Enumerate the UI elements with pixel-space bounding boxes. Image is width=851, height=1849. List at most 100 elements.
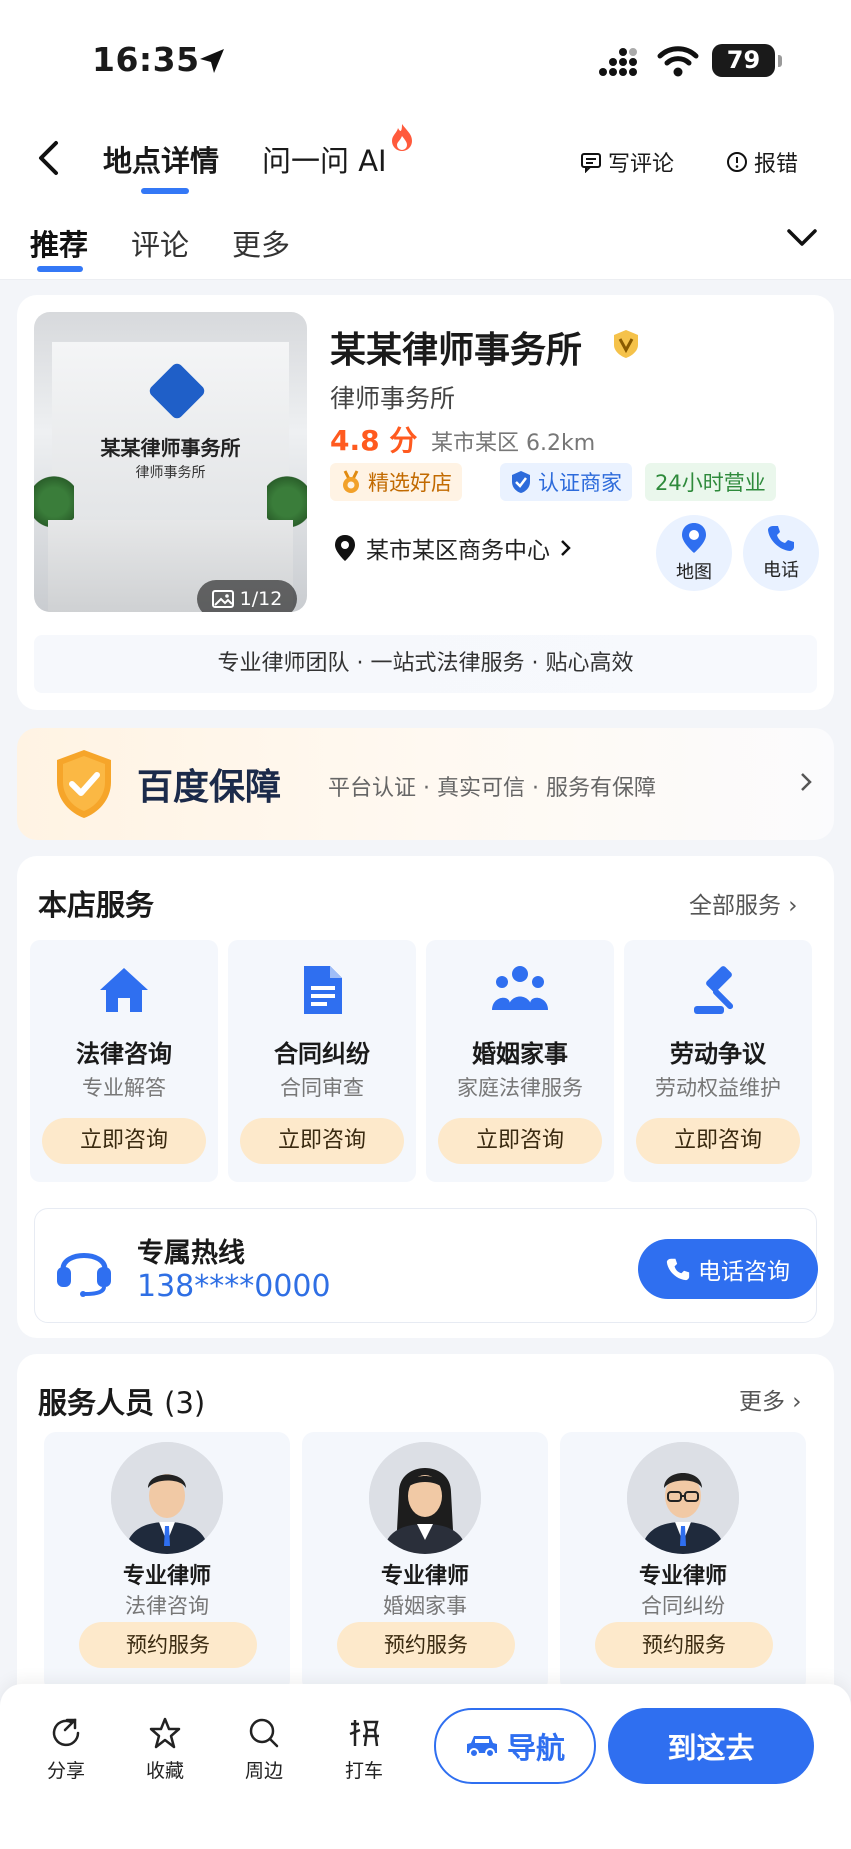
go-here-button[interactable]: 到这去 [608,1708,814,1784]
alert-icon [727,152,747,172]
shop-photo[interactable]: 某某律师事务所 律师事务所 1/12 [34,312,307,612]
staff-more-link[interactable]: 更多 › [739,1382,802,1416]
chevron-down-icon[interactable] [786,228,818,248]
glasses-lawyer-avatar-icon [627,1442,739,1554]
shop-area-distance: 某市某区 6.2km [431,431,596,456]
shop-category: 律师事务所 [330,384,456,413]
staff-title-label: 专业律师 [122,1564,211,1589]
subtab-more[interactable]: 更多 [232,222,290,264]
sub-tabs: 推荐 评论 更多 [0,200,851,280]
service-desc: 专业解答 [82,1076,166,1100]
taxi-button[interactable]: 打车 [334,1716,394,1783]
service-item-legal-consult[interactable]: 法律咨询 专业解答 立即咨询 [30,940,218,1182]
chevron-right-icon [801,773,812,791]
share-icon [52,1718,80,1747]
subtab-recommend[interactable]: 推荐 [30,222,88,264]
service-item-labor[interactable]: 劳动争议 劳动权益维护 立即咨询 [624,940,812,1182]
staff-member-2[interactable]: 专业律师 婚姻家事 预约服务 [302,1432,548,1692]
hotline-title: 专属热线 [137,1238,245,1269]
write-review-button[interactable]: 写评论 [580,146,674,178]
staff-count: (3) [164,1386,206,1420]
male-lawyer-avatar-icon [111,1442,223,1554]
back-icon[interactable] [36,140,62,176]
nearby-button[interactable]: 周边 [234,1716,294,1783]
status-time: 16:35 [92,40,200,79]
tab-ask-ai[interactable]: 问一问 AI [262,138,387,180]
location-pin-icon [335,535,355,561]
headset-icon [57,1253,111,1297]
service-desc: 合同审查 [280,1076,364,1100]
photo-count-badge[interactable]: 1/12 [197,580,297,612]
shield-check-icon [512,471,530,493]
location-arrow-icon [200,49,224,73]
photo-count: 1/12 [239,588,283,610]
staff-member-3[interactable]: 专业律师 合同纠纷 预约服务 [560,1432,806,1692]
navigate-button[interactable]: 导航 [434,1708,596,1784]
tag-featured: 精选好店 [330,463,462,501]
tag-featured-label: 精选好店 [368,471,452,495]
share-button[interactable]: 分享 [36,1716,96,1783]
active-tab-indicator [141,188,189,194]
consult-now-button[interactable]: 立即咨询 [240,1118,404,1164]
photo-firm-name: 某某律师事务所 [100,436,241,460]
service-name: 婚姻家事 [472,1040,568,1068]
service-desc: 劳动权益维护 [655,1076,781,1100]
shop-address[interactable]: 某市某区商务中心 [334,531,572,565]
all-services-label: 全部服务 [689,893,781,919]
chevron-right-icon [561,540,571,556]
shop-info-card: 某某律师事务所 律师事务所 1/12 某某律师事务所 律师事务所 4.8 分 某… [17,295,834,710]
staff-more-label: 更多 [739,1389,785,1415]
staff-field: 法律咨询 [125,1594,209,1618]
subtab-reviews[interactable]: 评论 [131,222,189,264]
phone-button[interactable]: 电话 [743,515,819,601]
book-service-button[interactable]: 预约服务 [79,1622,257,1668]
subtab-indicator [37,266,83,272]
guarantee-title: 百度保障 [137,767,282,808]
staff-member-1[interactable]: 专业律师 法律咨询 预约服务 [44,1432,290,1692]
comment-icon [581,153,601,173]
nearby-label: 周边 [244,1760,283,1782]
baidu-guarantee-banner[interactable]: 百度保障 平台认证 · 真实可信 · 服务有保障 [17,728,834,840]
status-bar: 16:35 79 [0,0,851,110]
favorite-button[interactable]: 收藏 [135,1716,195,1783]
book-service-button[interactable]: 预约服务 [595,1622,773,1668]
service-item-family[interactable]: 婚姻家事 家庭法律服务 立即咨询 [426,940,614,1182]
taxi-icon [349,1720,379,1747]
document-icon [304,966,342,1014]
guarantee-shield-icon [57,750,111,818]
book-service-button[interactable]: 预约服务 [337,1622,515,1668]
report-error-button[interactable]: 报错 [726,146,798,178]
tag-24h-label: 24小时营业 [655,471,766,495]
verified-v-icon [614,330,638,358]
shop-slogan: 专业律师团队 · 一站式法律服务 · 贴心高效 [34,635,817,693]
consult-now-button[interactable]: 立即咨询 [636,1118,800,1164]
shop-name: 某某律师事务所 [330,330,583,371]
store-services-card: 本店服务 全部服务 › 法律咨询 专业解答 立即咨询 合同纠纷 合同审查 立即咨… [17,856,834,1338]
gavel-icon [694,966,734,1014]
home-icon [100,968,148,1012]
avatar [111,1442,223,1554]
consult-now-button[interactable]: 立即咨询 [438,1118,602,1164]
phone-consult-label: 电话咨询 [698,1259,790,1285]
car-icon [466,1736,497,1758]
guarantee-subtitle: 平台认证 · 真实可信 · 服务有保障 [328,776,656,801]
shop-address-text: 某市某区商务中心 [366,538,550,564]
phone-button-circle: 电话 [743,515,819,591]
tag-24h: 24小时营业 [645,463,776,501]
tag-verified-label: 认证商家 [538,471,622,495]
map-button-circle: 地图 [656,515,732,591]
service-name: 法律咨询 [76,1040,172,1068]
staff-title-label: 专业律师 [380,1564,469,1589]
consult-now-button[interactable]: 立即咨询 [42,1118,206,1164]
all-services-link[interactable]: 全部服务 › [689,886,798,920]
phone-consult-button[interactable]: 电话咨询 [638,1239,818,1299]
staff-field: 合同纠纷 [641,1594,725,1618]
tab-place-detail[interactable]: 地点详情 [103,138,219,180]
search-icon [249,1718,279,1748]
map-button[interactable]: 地图 [656,515,732,601]
star-icon [149,1717,181,1749]
top-nav: 地点详情 问一问 AI 写评论 报错 [0,110,851,200]
service-item-contract[interactable]: 合同纠纷 合同审查 立即咨询 [228,940,416,1182]
service-name: 劳动争议 [670,1040,766,1068]
avatar [369,1442,481,1554]
